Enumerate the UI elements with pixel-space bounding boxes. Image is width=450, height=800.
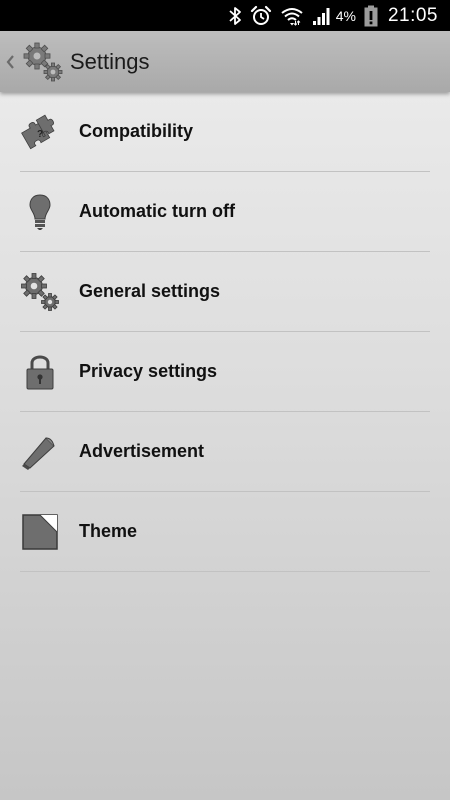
- item-label: General settings: [79, 281, 221, 301]
- status-bar: 4% 21:05: [0, 0, 450, 31]
- settings-list: ? Compatibility Automatic turn off Gener…: [20, 92, 430, 572]
- action-bar: Settings: [0, 31, 450, 92]
- svg-text:?: ?: [37, 129, 43, 140]
- list-item-privacy-settings[interactable]: Privacy settings: [20, 332, 430, 412]
- lightbulb-icon: [20, 192, 60, 232]
- megaphone-icon: [20, 432, 60, 472]
- wifi-icon: [280, 0, 304, 31]
- page-title: Settings: [70, 48, 150, 74]
- item-label: Compatibility: [79, 121, 194, 141]
- item-label: Theme: [79, 521, 138, 541]
- battery-percent: 4%: [335, 7, 356, 24]
- list-item-automatic-turn-off[interactable]: Automatic turn off: [20, 172, 430, 252]
- back-caret-icon[interactable]: [2, 31, 18, 92]
- theme-page-icon: [20, 512, 60, 552]
- list-item-general-settings[interactable]: General settings: [20, 252, 430, 332]
- item-label: Advertisement: [79, 441, 205, 461]
- signal-icon: [312, 0, 332, 31]
- list-item-advertisement[interactable]: Advertisement: [20, 412, 430, 492]
- battery-alert-icon: [364, 0, 378, 31]
- clock: 21:05: [387, 4, 438, 26]
- list-item-theme[interactable]: Theme: [20, 492, 430, 572]
- item-label: Privacy settings: [79, 361, 218, 381]
- item-label: Automatic turn off: [79, 201, 235, 221]
- gears-icon: [20, 272, 60, 312]
- gears-icon[interactable]: [22, 41, 64, 83]
- alarm-icon: [250, 0, 272, 31]
- puzzle-icon: ?: [20, 112, 60, 152]
- padlock-icon: [20, 352, 60, 392]
- bluetooth-icon: [228, 0, 242, 31]
- list-item-compatibility[interactable]: ? Compatibility: [20, 92, 430, 172]
